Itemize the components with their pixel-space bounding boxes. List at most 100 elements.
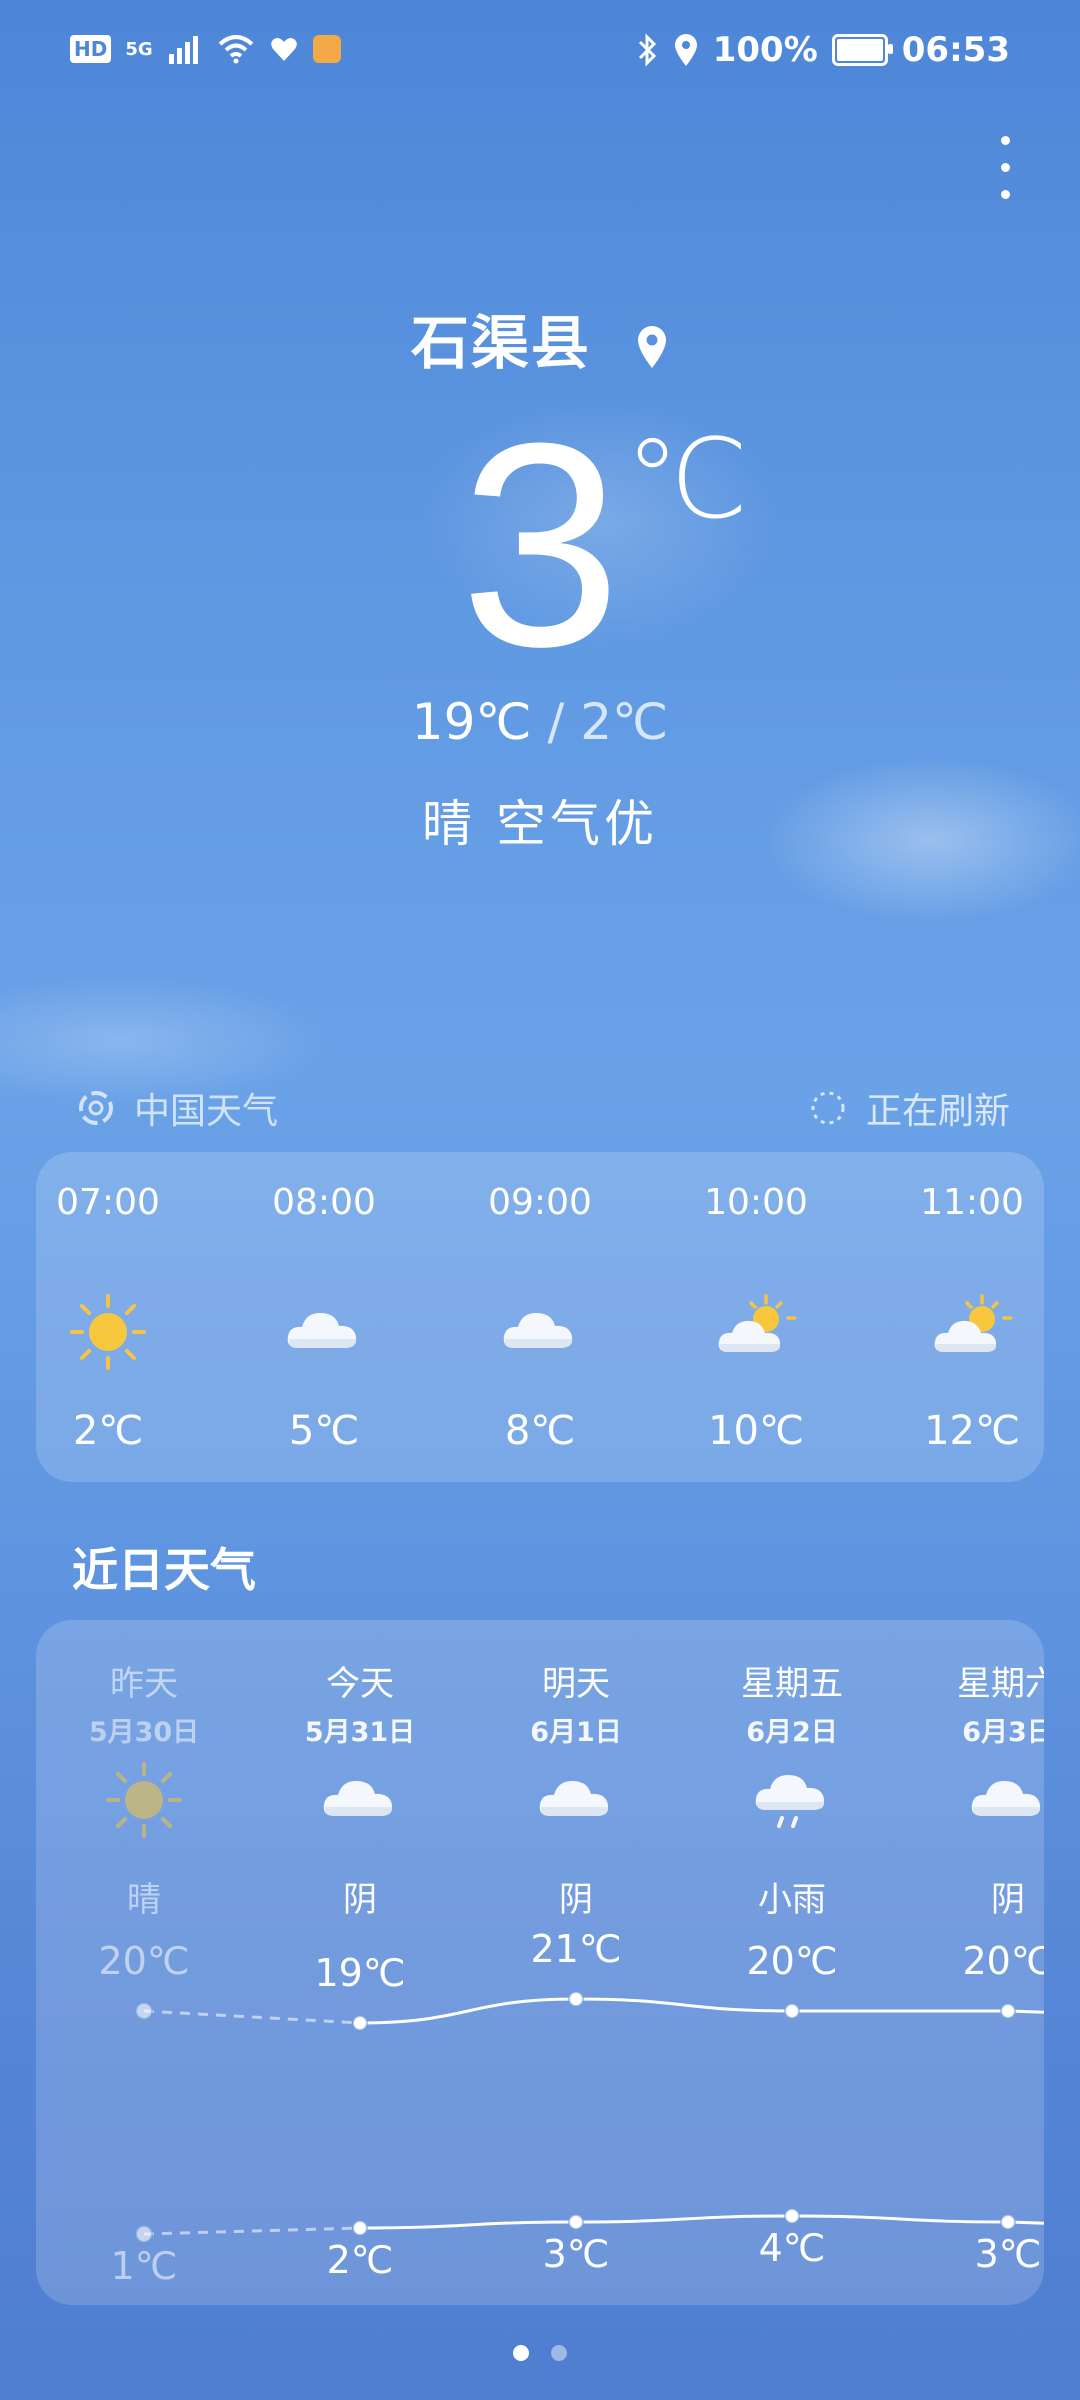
city-header[interactable]: 石渠县	[0, 296, 1080, 380]
condition-text: 晴	[422, 795, 477, 853]
status-left: HD 5G	[70, 34, 341, 64]
air-quality-text[interactable]: 空气优	[496, 795, 658, 853]
low-temp-line	[359, 2214, 1044, 2230]
hour-time: 07:00	[56, 1182, 160, 1223]
page-dot[interactable]	[513, 2345, 529, 2361]
sun-icon	[104, 1760, 184, 1840]
cloud-icon	[968, 1760, 1044, 1840]
signal-icon	[168, 36, 198, 64]
more-dot-icon	[1000, 163, 1010, 172]
day-condition: 晴	[127, 1880, 161, 1920]
hour-temp: 2℃	[72, 1408, 144, 1454]
day-condition: 阴	[991, 1880, 1025, 1920]
bluetooth-icon	[638, 33, 656, 67]
heart-shield-icon	[270, 38, 297, 61]
day-name: 今天	[326, 1664, 394, 1704]
low-temp-point	[1000, 2214, 1016, 2230]
more-dot-icon	[1000, 136, 1010, 145]
wifi-icon	[218, 35, 253, 64]
rain-icon	[752, 1760, 832, 1840]
high-temp-label: 20℃	[746, 1939, 838, 1983]
low-temp-past-segment	[143, 2226, 361, 2236]
status-right: 100% 06:53	[637, 30, 1010, 70]
partly-sunny-icon	[932, 1292, 1013, 1362]
partly-sunny-icon	[716, 1292, 797, 1362]
low-temp-point	[352, 2220, 368, 2236]
city-name: 石渠县	[410, 309, 591, 377]
location-status-icon	[674, 34, 697, 66]
provider-name: 中国天气	[134, 1091, 279, 1132]
high-temp-label: 21℃	[530, 1927, 622, 1971]
more-dot-icon	[1000, 190, 1010, 199]
high-temp-line	[359, 1997, 1044, 2025]
refresh-text: 正在刷新	[865, 1091, 1010, 1132]
day-date: 5月30日	[88, 1717, 200, 1748]
hour-temp: 8℃	[504, 1408, 576, 1454]
cloud-icon	[536, 1760, 616, 1840]
hour-time: 11:00	[920, 1182, 1024, 1223]
day-name: 星期五	[741, 1664, 843, 1704]
high-temp-point	[1000, 2003, 1016, 2019]
day-name: 明天	[542, 1664, 610, 1704]
high-temp-point	[352, 2015, 368, 2031]
high-temp-label: 20℃	[962, 1939, 1044, 1983]
low-temp-label: 3℃	[974, 2232, 1042, 2276]
cloud-icon	[320, 1760, 400, 1840]
hour-temp: 10℃	[708, 1408, 804, 1454]
low-temp-label: 2℃	[326, 2238, 394, 2282]
daily-forecast-card[interactable]: 昨天 5月30日 晴 20℃ 1℃ 今天 5月31日 阴 19℃ 2℃ 明天 6月1日 …	[36, 1620, 1044, 2305]
day-name: 星期六	[957, 1664, 1044, 1704]
location-pin-icon	[638, 325, 667, 368]
refresh-spinner-icon	[811, 1091, 845, 1125]
day-name: 昨天	[110, 1664, 178, 1704]
clock: 06:53	[901, 30, 1010, 70]
high-temp-label: 19℃	[314, 1951, 406, 1995]
cloud-icon	[284, 1292, 364, 1362]
low-temp-point	[568, 2214, 584, 2230]
refresh-status: 正在刷新	[808, 1082, 1010, 1134]
low-temp-label: 4℃	[758, 2226, 826, 2270]
hour-time: 09:00	[488, 1182, 592, 1223]
page-dot[interactable]	[551, 2345, 567, 2361]
app-notification-icon	[312, 35, 341, 63]
temperature-unit: ℃	[625, 418, 749, 541]
day-date: 6月1日	[530, 1717, 622, 1748]
low-temp-point	[784, 2208, 800, 2224]
high-temp-past-segment	[143, 2009, 361, 2025]
hour-time: 08:00	[272, 1182, 376, 1223]
day-date: 6月3日	[962, 1717, 1044, 1748]
high-temp: 19℃	[411, 693, 532, 751]
high-temp-point	[135, 2002, 153, 2020]
current-condition: 晴 空气优	[0, 784, 1080, 856]
network-label: 5G	[125, 38, 153, 60]
battery-percent: 100%	[712, 30, 818, 70]
hilo-separator: /	[547, 693, 565, 751]
low-temp-point	[135, 2225, 153, 2243]
page-indicator	[0, 2345, 1080, 2361]
low-temp-label: 3℃	[542, 2232, 610, 2276]
day-condition: 阴	[343, 1880, 377, 1920]
battery-icon	[831, 34, 893, 66]
hd-badge: HD	[70, 35, 112, 63]
high-low-temp: 19℃ / 2℃	[0, 693, 1080, 751]
hour-temp: 12℃	[924, 1408, 1020, 1454]
more-menu-button[interactable]	[1000, 136, 1010, 206]
current-temperature: 3	[460, 383, 622, 707]
cloud-icon	[500, 1292, 580, 1362]
day-condition: 阴	[559, 1880, 593, 1920]
day-condition: 小雨	[758, 1880, 826, 1920]
low-temp-label: 1℃	[110, 2244, 178, 2288]
low-temp: 2℃	[580, 693, 669, 751]
daily-section-title: 近日天气	[72, 1543, 256, 1597]
china-weather-logo-icon	[79, 1091, 113, 1125]
high-temp-label: 20℃	[98, 1939, 190, 1983]
day-date: 5月31日	[304, 1717, 416, 1748]
high-temp-point	[568, 1991, 584, 2007]
high-temp-point	[784, 2003, 800, 2019]
hour-time: 10:00	[704, 1182, 808, 1223]
day-date: 6月2日	[746, 1717, 838, 1748]
provider-info[interactable]: 中国天气	[76, 1082, 278, 1134]
hour-temp: 5℃	[288, 1408, 360, 1454]
hourly-forecast-card[interactable]: 07:00 2℃ 08:00 5℃ 09:00 8℃ 10:00 10℃ 11:…	[36, 1152, 1044, 1482]
status-bar: HD 5G 100% 06:53	[0, 30, 1080, 76]
